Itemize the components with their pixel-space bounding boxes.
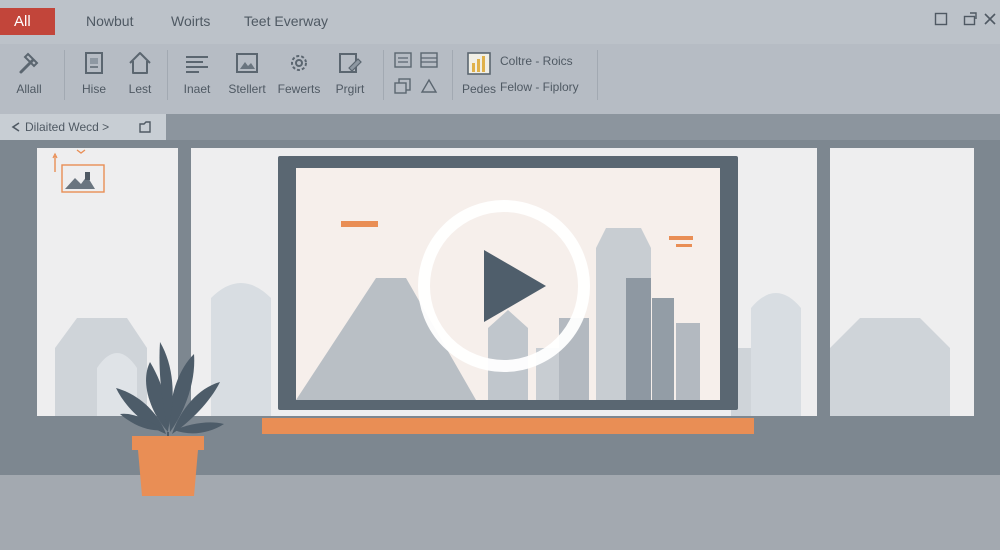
ribbon-toolbar: Allall Hise Lest Inaet Stellert Fewerts … [0, 44, 1000, 114]
breadcrumb[interactable]: Dilaited Wecd > [10, 120, 109, 134]
copy-icon[interactable] [394, 78, 412, 94]
tab-bar: All Nowbut Woirts Teet Everway [0, 0, 1000, 44]
allall-label: Allall [16, 82, 42, 96]
image-thumbnail-icon[interactable] [51, 148, 111, 198]
ribbon-divider [383, 50, 384, 100]
ribbon-divider [167, 50, 168, 100]
image-icon [236, 53, 258, 73]
folder-icon[interactable] [138, 120, 152, 134]
ribbon-divider [597, 50, 598, 100]
chart-icon [467, 52, 491, 75]
coltre-roics-menu[interactable]: Coltre - Roics [500, 54, 573, 68]
ribbon-divider [452, 50, 453, 100]
hise-button[interactable]: Hise [71, 50, 117, 96]
tab-woirts[interactable]: Woirts [171, 13, 210, 29]
breadcrumb-label: Dilaited Wecd > [25, 120, 110, 134]
video-player[interactable] [278, 156, 738, 410]
felow-fiplory-menu[interactable]: Felow - Fiplory [500, 80, 579, 94]
restore-window-icon[interactable] [934, 12, 948, 26]
lest-button[interactable]: Lest [117, 50, 163, 96]
inaet-button[interactable]: Inaet [174, 50, 220, 96]
close-window-icon[interactable] [983, 12, 997, 26]
prgirt-label: Prgirt [335, 82, 365, 96]
pedes-button[interactable]: Pedes [456, 50, 502, 96]
tab-nowbut[interactable]: Nowbut [86, 13, 133, 29]
header-strip [166, 114, 1000, 140]
shelf [262, 418, 754, 434]
play-icon[interactable] [416, 198, 592, 374]
breadcrumb-bar: Dilaited Wecd > [0, 114, 166, 140]
tab-teet-everway[interactable]: Teet Everway [244, 13, 328, 29]
edit-icon [339, 53, 362, 73]
document-icon [85, 52, 103, 74]
prgirt-button[interactable]: Prgirt [327, 50, 373, 96]
pedes-label: Pedes [461, 82, 497, 96]
warning-icon[interactable] [420, 78, 438, 94]
hammer-icon [19, 52, 39, 74]
right-panel-scene [830, 318, 950, 416]
inaet-label: Inaet [183, 82, 211, 96]
list-view-icon[interactable] [394, 52, 412, 68]
right-slide-panel[interactable] [830, 148, 974, 416]
video-screen [296, 168, 720, 400]
hise-label: Hise [81, 82, 106, 96]
pin-window-icon[interactable] [963, 12, 977, 26]
back-arrow-icon [11, 122, 20, 132]
stellert-label: Stellert [228, 82, 266, 96]
fewerts-button[interactable]: Fewerts [276, 50, 322, 96]
fewerts-label: Fewerts [277, 82, 321, 96]
gear-icon [291, 55, 307, 71]
stellert-button[interactable]: Stellert [224, 50, 270, 96]
tab-all[interactable]: All [0, 8, 55, 35]
lines-icon [186, 56, 208, 73]
ribbon-divider [64, 50, 65, 100]
potted-plant-illustration [116, 342, 224, 496]
lest-label: Lest [128, 82, 152, 96]
home-icon [129, 52, 151, 74]
grid-view-icon[interactable] [420, 52, 438, 68]
canvas-stage [0, 140, 1000, 550]
allall-button[interactable]: Allall [6, 50, 52, 96]
